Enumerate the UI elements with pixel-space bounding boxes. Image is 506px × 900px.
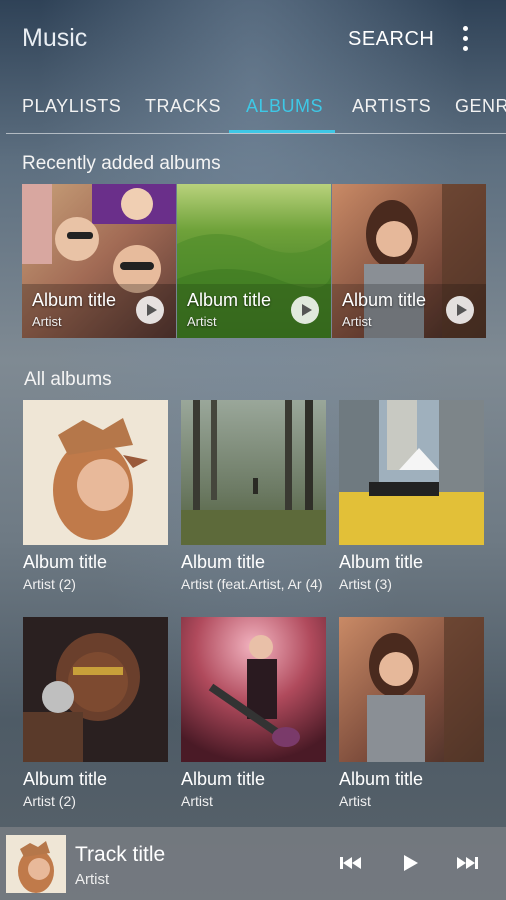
album-cover-image (339, 617, 484, 762)
album-title: Album title (339, 769, 424, 789)
app-title: Music (22, 24, 88, 52)
album-item[interactable]: Album title Artist (feat.Artist, Ar (4) (181, 400, 326, 592)
play-icon[interactable] (396, 851, 424, 875)
album-artist: Artist (3) (339, 576, 392, 592)
now-playing-artist: Artist (75, 871, 110, 888)
recent-album-title: Album title (32, 290, 117, 310)
tab-genre[interactable]: GENRE (455, 96, 506, 117)
recent-album-card[interactable]: Album title Artist (177, 184, 331, 338)
album-artist: Artist (2) (23, 576, 76, 592)
recent-album-artist: Artist (187, 314, 217, 329)
album-cover (339, 617, 484, 762)
now-playing-cover-image (6, 835, 66, 893)
album-cover (339, 400, 484, 545)
tab-artists[interactable]: ARTISTS (352, 96, 431, 117)
tab-playlists[interactable]: PLAYLISTS (22, 96, 121, 117)
top-bar: Music SEARCH (0, 0, 506, 80)
recent-album-card[interactable]: Album title Artist (22, 184, 176, 338)
album-title: Album title (23, 552, 108, 572)
now-playing-cover[interactable] (6, 835, 66, 893)
mini-player: Track title Artist (0, 827, 506, 900)
more-vert-icon[interactable] (456, 26, 476, 54)
play-icon[interactable] (291, 296, 319, 324)
album-cover-image (23, 400, 168, 545)
next-icon[interactable] (454, 851, 482, 875)
recent-album-artist: Artist (342, 314, 372, 329)
album-cover (181, 400, 326, 545)
album-cover (23, 617, 168, 762)
recent-album-artist: Artist (32, 314, 62, 329)
album-cover-image (181, 400, 326, 545)
recent-albums-heading: Recently added albums (22, 153, 221, 174)
tab-albums[interactable]: ALBUMS (246, 96, 323, 117)
play-icon[interactable] (446, 296, 474, 324)
album-artist: Artist (181, 793, 213, 809)
album-item[interactable]: Album title Artist (3) (339, 400, 484, 592)
all-albums-heading: All albums (24, 369, 112, 390)
tab-tracks[interactable]: TRACKS (145, 96, 221, 117)
album-artist: Artist (feat.Artist, Ar (4) (181, 576, 323, 592)
recent-album-title: Album title (342, 290, 427, 310)
search-button[interactable]: SEARCH (348, 28, 434, 51)
album-artist: Artist (339, 793, 371, 809)
album-title: Album title (181, 769, 266, 789)
album-cover-image (181, 617, 326, 762)
album-item[interactable]: Album title Artist (339, 617, 484, 809)
recent-album-card[interactable]: Album title Artist (332, 184, 486, 338)
album-title: Album title (339, 552, 424, 572)
album-cover-image (23, 617, 168, 762)
album-artist: Artist (2) (23, 793, 76, 809)
recent-album-title: Album title (187, 290, 272, 310)
album-item[interactable]: Album title Artist (181, 617, 326, 809)
tab-bar: PLAYLISTS TRACKS ALBUMS ARTISTS GENRE (0, 80, 506, 134)
album-item[interactable]: Album title Artist (2) (23, 617, 168, 809)
album-cover-image (339, 400, 484, 545)
album-cover (23, 400, 168, 545)
album-title: Album title (181, 552, 266, 572)
album-title: Album title (23, 769, 108, 789)
play-icon[interactable] (136, 296, 164, 324)
album-item[interactable]: Album title Artist (2) (23, 400, 168, 592)
album-cover (181, 617, 326, 762)
now-playing-title: Track title (75, 843, 166, 866)
tabs-divider (6, 133, 506, 134)
previous-icon[interactable] (336, 851, 364, 875)
